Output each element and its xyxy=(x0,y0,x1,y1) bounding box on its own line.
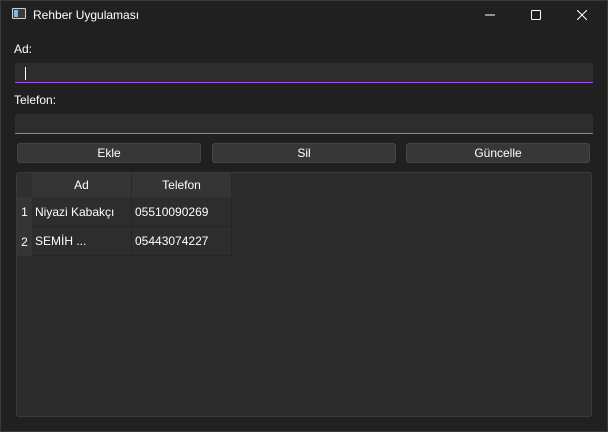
main-window: Rehber Uygulaması Ad: Telefon: Ekle Sil xyxy=(0,0,608,432)
maximize-icon xyxy=(531,10,541,20)
minimize-icon xyxy=(485,14,495,16)
column-header-name[interactable]: Ad xyxy=(32,173,132,197)
table-cell-phone[interactable]: 05510090269 xyxy=(132,197,232,227)
maximize-button[interactable] xyxy=(513,1,559,29)
phone-field[interactable] xyxy=(15,114,593,134)
table-corner-button[interactable] xyxy=(17,173,32,197)
minimize-button[interactable] xyxy=(467,1,513,29)
name-input[interactable] xyxy=(15,63,593,83)
text-caret xyxy=(25,67,26,80)
update-button[interactable]: Güncelle xyxy=(406,143,590,163)
row-header[interactable]: 2 xyxy=(17,227,32,256)
column-header-phone[interactable]: Telefon xyxy=(132,173,232,197)
name-label: Ad: xyxy=(14,42,33,56)
delete-button[interactable]: Sil xyxy=(212,143,396,163)
table-cell-phone[interactable]: 05443074227 xyxy=(132,227,232,256)
phone-input[interactable] xyxy=(15,114,593,134)
phone-label: Telefon: xyxy=(14,93,57,107)
close-button[interactable] xyxy=(559,1,605,29)
add-button[interactable]: Ekle xyxy=(17,143,201,163)
window-title: Rehber Uygulaması xyxy=(33,8,140,22)
focus-underline xyxy=(15,82,593,83)
table-cell-name[interactable]: SEMİH ... xyxy=(32,227,132,256)
table-cell-name[interactable]: Niyazi Kabakçı xyxy=(32,197,132,227)
name-field[interactable] xyxy=(15,63,593,83)
contacts-table[interactable]: Ad Telefon 1 Niyazi Kabakçı 05510090269 … xyxy=(16,172,592,417)
title-bar[interactable]: Rehber Uygulaması xyxy=(1,1,607,29)
close-icon xyxy=(577,10,587,20)
app-window-icon xyxy=(12,8,26,19)
field-underline xyxy=(15,133,593,134)
row-header[interactable]: 1 xyxy=(17,197,32,227)
